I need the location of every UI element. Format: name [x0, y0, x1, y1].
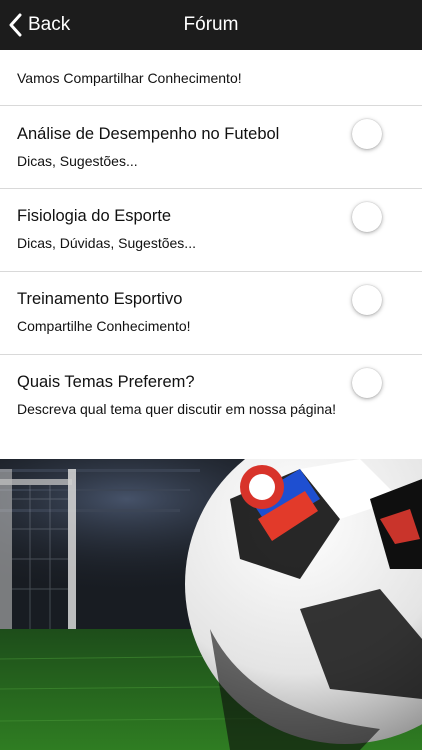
- intro-text: Vamos Compartilhar Conhecimento!: [0, 50, 422, 106]
- forum-item-title: Fisiologia do Esporte: [17, 207, 172, 225]
- select-toggle[interactable]: [352, 119, 382, 149]
- forum-item-analise[interactable]: Análise de Desempenho no Futebol Dicas, …: [0, 107, 422, 189]
- select-toggle[interactable]: [352, 202, 382, 232]
- forum-item-subtitle: Dicas, Dúvidas, Sugestões...: [17, 235, 196, 251]
- forum-item-title: Treinamento Esportivo: [17, 290, 183, 308]
- forum-item-fisiologia[interactable]: Fisiologia do Esporte Dicas, Dúvidas, Su…: [0, 189, 422, 272]
- select-toggle[interactable]: [352, 368, 382, 398]
- back-button[interactable]: Back: [8, 0, 70, 50]
- forum-item-treinamento[interactable]: Treinamento Esportivo Compartilhe Conhec…: [0, 272, 422, 355]
- soccer-ball-photo: [0, 459, 422, 750]
- navigation-bar: Back Fórum: [0, 0, 422, 50]
- forum-item-subtitle: Compartilhe Conhecimento!: [17, 318, 191, 334]
- forum-item-temas[interactable]: Quais Temas Preferem? Descreva qual tema…: [0, 355, 422, 460]
- chevron-left-icon: [8, 13, 22, 37]
- forum-item-subtitle: Dicas, Sugestões...: [17, 153, 138, 169]
- forum-item-title: Análise de Desempenho no Futebol: [17, 125, 280, 143]
- forum-item-title: Quais Temas Preferem?: [17, 373, 195, 391]
- select-toggle[interactable]: [352, 285, 382, 315]
- forum-item-subtitle: Descreva qual tema quer discutir em noss…: [17, 401, 337, 417]
- back-label: Back: [28, 14, 71, 35]
- forum-list: Análise de Desempenho no Futebol Dicas, …: [0, 107, 422, 460]
